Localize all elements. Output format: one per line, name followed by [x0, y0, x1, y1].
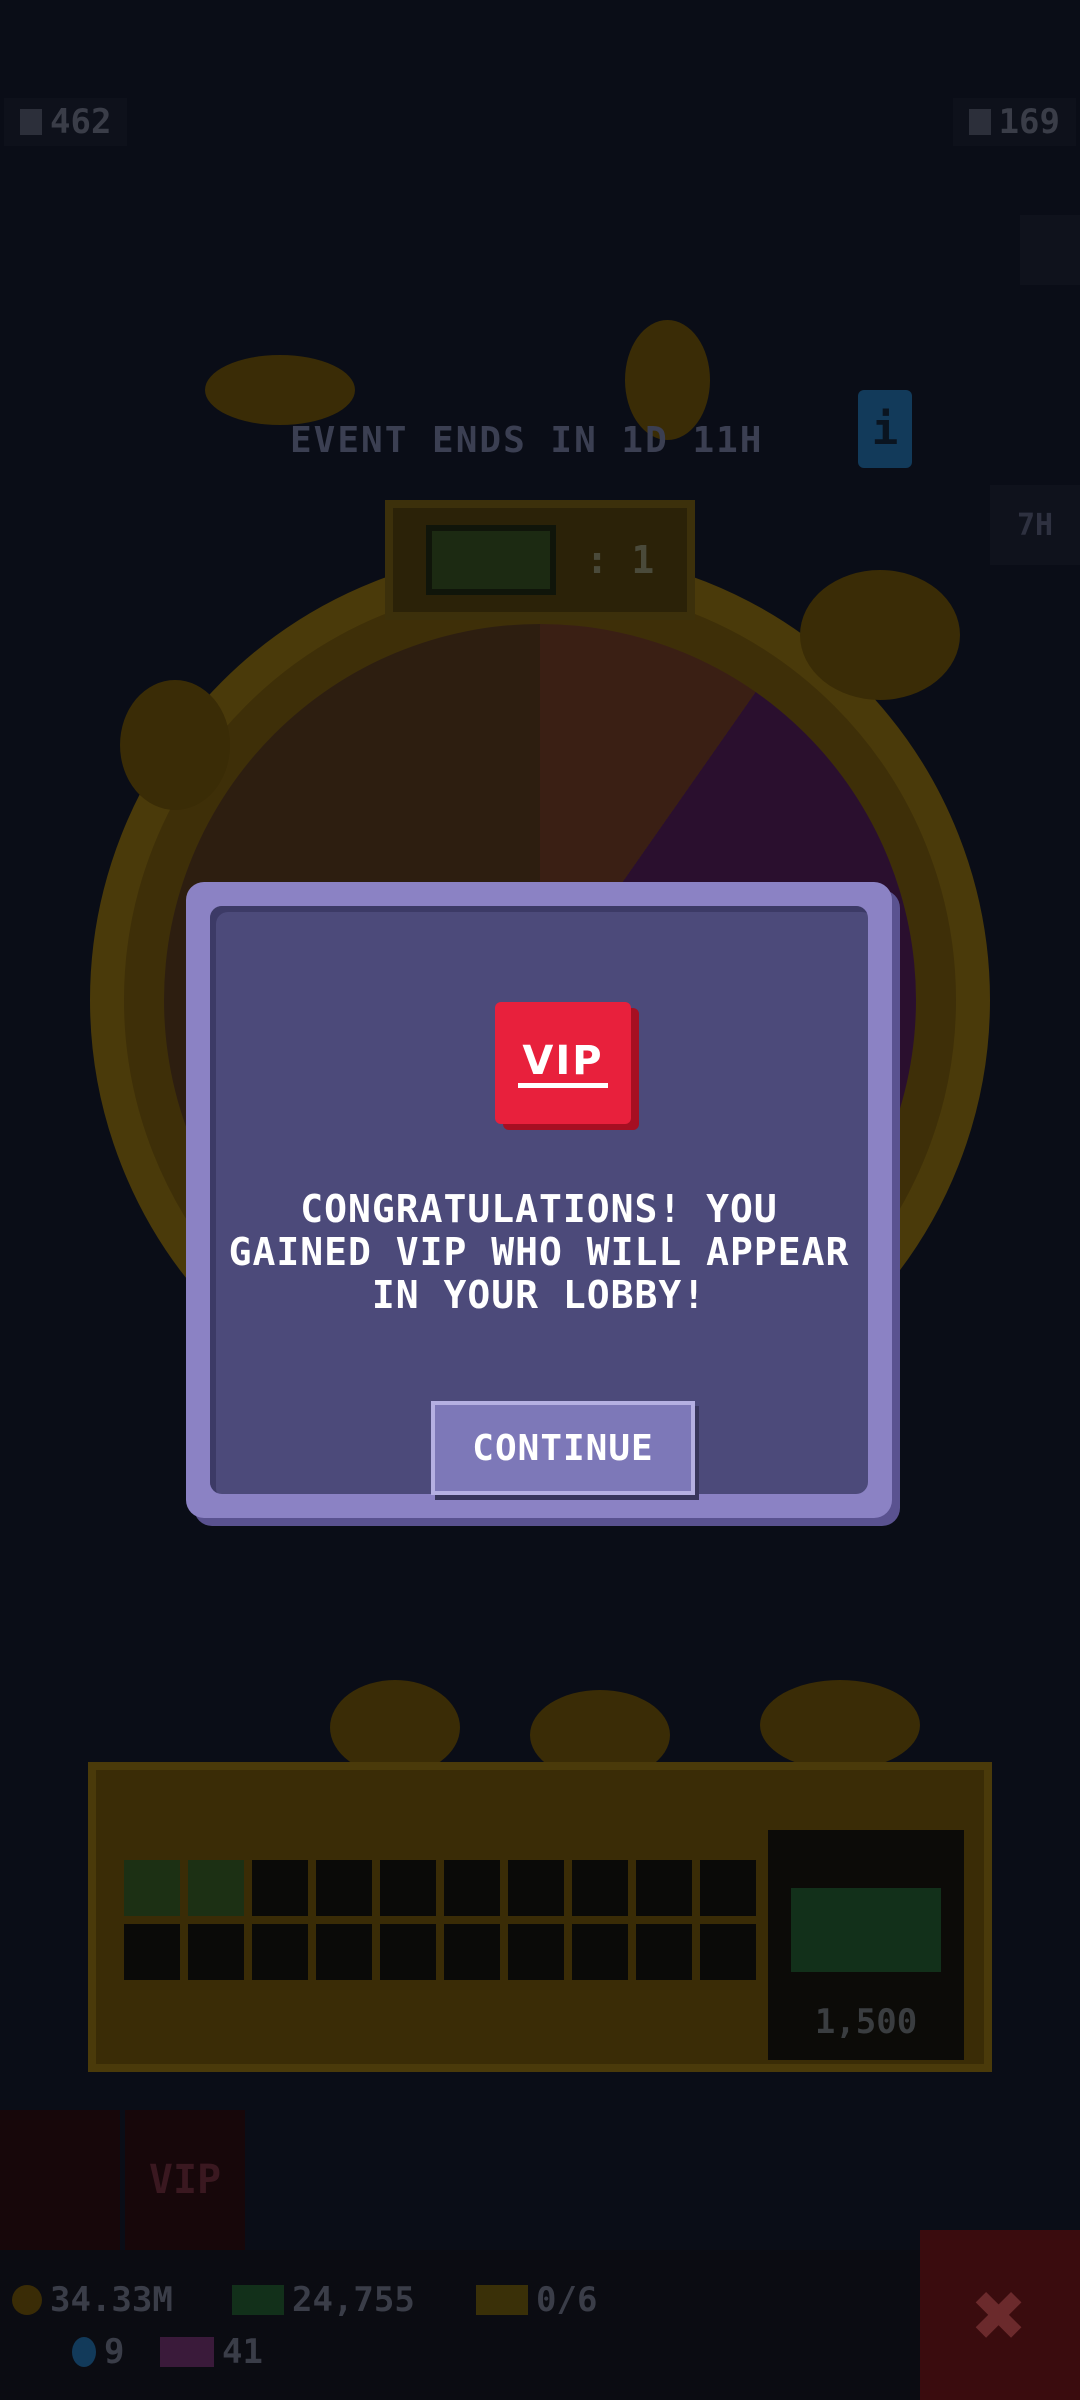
coins-stat: 34.33M: [12, 2280, 173, 2320]
vip-badge-label: VIP: [518, 1039, 608, 1088]
spin-counter: : 1: [385, 500, 695, 620]
side-menu-tab[interactable]: [1020, 215, 1080, 285]
progress-slot: [380, 1860, 436, 1916]
coin-decoration: [120, 680, 230, 810]
coins-value: 34.33M: [50, 2280, 173, 2320]
congratulations-message: CONGRATULATIONS! YOU GAINED VIP WHO WILL…: [210, 1188, 868, 1317]
currency-status-bar: 34.33M 24,755 0/6 9 41: [0, 2250, 920, 2400]
prize-tray: 1,500: [88, 1762, 992, 2072]
gems-value: 9: [104, 2332, 125, 2372]
vip-reward-dialog: VIP CONGRATULATIONS! YOU GAINED VIP WHO …: [186, 882, 892, 1518]
spin-ticket-icon: [425, 525, 556, 595]
progress-slot: [380, 1924, 436, 1980]
cash-icon: [232, 2285, 284, 2315]
progress-slot: [572, 1924, 628, 1980]
side-timer-tab[interactable]: 7H: [990, 485, 1080, 565]
progress-slot: [700, 1860, 756, 1916]
message-line-1: CONGRATULATIONS! YOU: [300, 1187, 778, 1231]
progress-slot: [124, 1860, 180, 1916]
coin-icon: [12, 2285, 42, 2315]
coin-decoration: [800, 570, 960, 700]
continue-button[interactable]: CONTINUE: [431, 1401, 695, 1495]
progress-slot: [572, 1860, 628, 1916]
scroll-arrows-button[interactable]: [0, 2110, 120, 2250]
cash-stat: 24,755: [232, 2280, 415, 2320]
progress-slot: [508, 1860, 564, 1916]
gem-icon: [72, 2337, 96, 2367]
vip-nav-button[interactable]: VIP: [125, 2110, 245, 2250]
progress-slot: [124, 1924, 180, 1980]
tv-value: 41: [222, 2332, 263, 2372]
progress-slot: [188, 1924, 244, 1980]
progress-slot: [636, 1924, 692, 1980]
dialog-body: VIP CONGRATULATIONS! YOU GAINED VIP WHO …: [210, 906, 868, 1495]
progress-slot: [252, 1924, 308, 1980]
coin-decoration: [330, 1680, 460, 1775]
message-line-3: IN YOUR LOBBY!: [371, 1273, 707, 1317]
gems-stat: 9: [72, 2332, 124, 2372]
person-icon: [20, 109, 42, 135]
progress-slot: [444, 1924, 500, 1980]
top-right-value: 169: [998, 102, 1060, 142]
progress-slot: [444, 1860, 500, 1916]
progress-slot: [316, 1924, 372, 1980]
close-button[interactable]: ✖: [920, 2230, 1080, 2400]
coin-decoration: [760, 1680, 920, 1770]
progress-slot: [188, 1860, 244, 1916]
bottom-nav: VIP: [0, 2110, 1080, 2250]
progress-slot-grid: [124, 1860, 756, 1980]
tickets-value: 0/6: [536, 2280, 598, 2320]
top-left-value: 462: [50, 102, 112, 142]
close-icon: ✖: [972, 2262, 1028, 2368]
side-timer-text: 7H: [1016, 507, 1054, 543]
coin-decoration: [205, 355, 355, 425]
top-right-counter: 169: [952, 98, 1076, 146]
reward-box: 1,500: [768, 1830, 964, 2060]
progress-slot: [700, 1924, 756, 1980]
vip-nav-label: VIP: [148, 2157, 222, 2203]
tickets-stat: 0/6: [476, 2280, 597, 2320]
reward-value: 1,500: [814, 2002, 918, 2042]
tv-icon: [160, 2337, 214, 2367]
tv-stat: 41: [160, 2332, 263, 2372]
top-left-counter: 462: [4, 98, 128, 146]
building-icon: [968, 109, 991, 135]
cash-value: 24,755: [292, 2280, 415, 2320]
spin-count-value: : 1: [585, 538, 655, 582]
vip-badge-icon: VIP: [495, 1002, 631, 1124]
progress-slot: [316, 1860, 372, 1916]
message-line-2: GAINED VIP WHO WILL APPEAR: [228, 1230, 850, 1274]
progress-slot: [508, 1924, 564, 1980]
info-icon[interactable]: i: [858, 390, 912, 468]
progress-slot: [636, 1860, 692, 1916]
event-ends-label: EVENT ENDS IN 1D 11H: [290, 420, 764, 461]
cash-icon: [791, 1888, 941, 1972]
progress-slot: [252, 1860, 308, 1916]
ticket-icon: [476, 2285, 528, 2315]
